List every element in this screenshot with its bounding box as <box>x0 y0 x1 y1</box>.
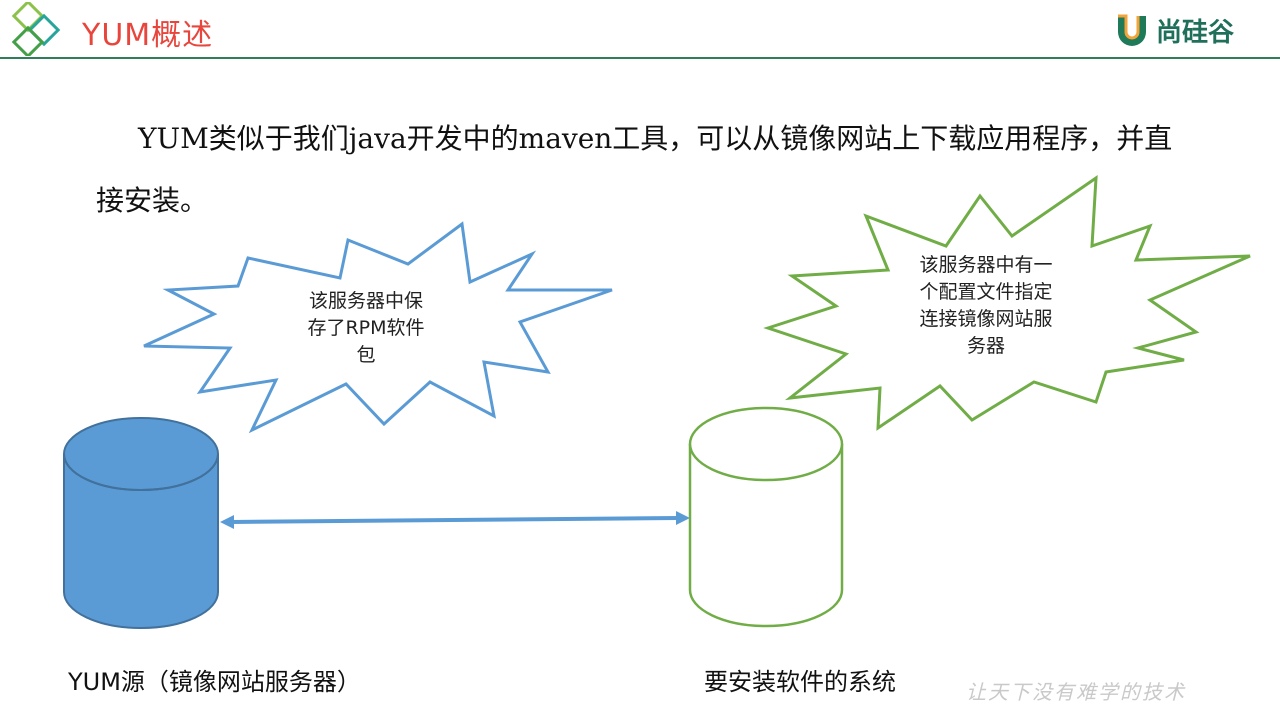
client-note-line: 个配置文件指定 <box>919 281 1053 303</box>
client-note-line: 该服务器中有一 <box>919 254 1053 276</box>
yum-source-database-icon <box>63 417 219 629</box>
client-caption: 要安装软件的系统 <box>704 668 896 696</box>
server-note-text: 该服务器中保 存了RPM软件 包 <box>276 288 456 369</box>
server-note-line: 存了RPM软件 <box>307 317 425 339</box>
client-note-line: 连接镜像网站服 <box>919 308 1053 330</box>
client-note-text: 该服务器中有一 个配置文件指定 连接镜像网站服 务器 <box>886 252 1086 360</box>
yum-diagram <box>63 175 1251 629</box>
server-note-line: 包 <box>356 344 376 366</box>
server-note-line: 该服务器中保 <box>308 290 423 312</box>
server-caption: YUM源（镜像网站服务器） <box>68 668 361 696</box>
bidirectional-arrow <box>220 511 690 529</box>
slogan-watermark: 让天下没有难学的技术 <box>966 680 1186 704</box>
client-system-database-icon <box>688 406 844 628</box>
client-note-line: 务器 <box>966 335 1005 357</box>
